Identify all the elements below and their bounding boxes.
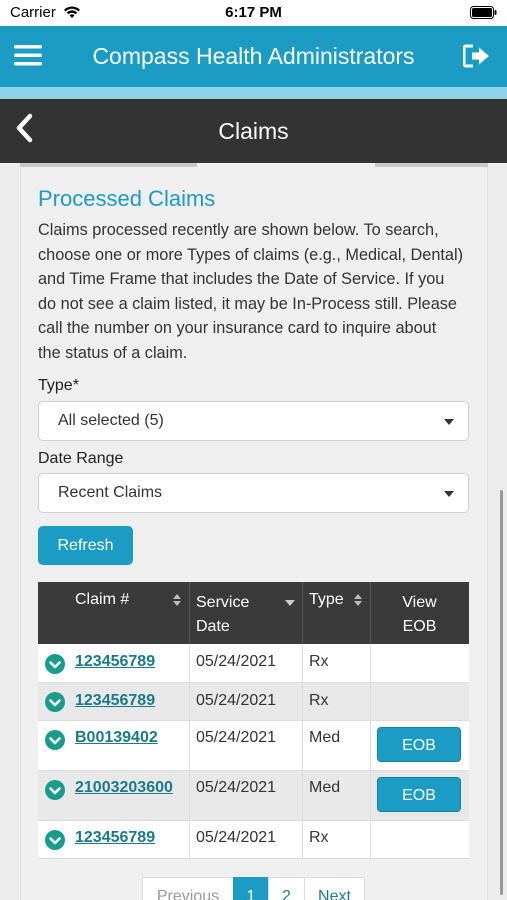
claim-link[interactable]: 123456789: [75, 653, 155, 671]
check-circle-icon[interactable]: [45, 692, 65, 712]
divider: [302, 771, 303, 821]
date-range-select-value: Recent Claims: [58, 484, 163, 501]
header-service-date-line2: Date: [196, 618, 230, 635]
table-row: B00139402 05/24/2021 Med EOB: [38, 721, 469, 771]
divider: [302, 644, 303, 683]
pagination-next[interactable]: Next: [304, 877, 365, 900]
section-description: Claims processed recently are shown belo…: [38, 221, 464, 362]
eob-button[interactable]: EOB: [377, 727, 461, 762]
divider: [302, 582, 303, 644]
table-row: 123456789 05/24/2021 Rx: [38, 821, 469, 859]
type-select[interactable]: All selected (5): [38, 401, 469, 441]
header-view-eob-line2: EOB: [402, 618, 437, 635]
app-title: Compass Health Administrators: [92, 43, 415, 69]
app-header: Compass Health Administrators: [0, 26, 507, 87]
claim-type: Med: [309, 729, 341, 746]
caret-down-icon: [444, 419, 454, 425]
header-view-eob: View EOB: [370, 591, 469, 639]
header-view-eob-line1: View: [402, 594, 437, 611]
section-title: Processed Claims: [38, 186, 216, 211]
claim-type: Rx: [309, 692, 329, 709]
divider: [375, 163, 488, 167]
divider: [189, 683, 190, 721]
divider: [370, 644, 371, 683]
date-range-select[interactable]: Recent Claims: [38, 473, 469, 513]
pagination-previous[interactable]: Previous: [142, 877, 234, 900]
service-date: 05/24/2021: [196, 779, 277, 796]
divider: [302, 821, 303, 859]
divider: [302, 721, 303, 771]
table-row: 123456789 05/24/2021 Rx: [38, 683, 469, 721]
service-date: 05/24/2021: [196, 829, 277, 846]
claim-type: Med: [309, 779, 341, 796]
accent-strip: [0, 87, 507, 99]
divider: [370, 683, 371, 721]
refresh-button[interactable]: Refresh: [38, 526, 133, 565]
claim-link[interactable]: 123456789: [75, 692, 155, 710]
sort-icon[interactable]: [354, 594, 362, 606]
claim-link[interactable]: 21003203600: [75, 779, 173, 797]
header-service-date[interactable]: Service Date: [196, 591, 249, 639]
claim-link[interactable]: B00139402: [75, 729, 158, 747]
status-bar: Carrier 6:17 PM: [0, 0, 507, 26]
eob-button[interactable]: EOB: [377, 777, 461, 812]
divider: [370, 821, 371, 859]
divider: [189, 721, 190, 771]
pagination-page-1[interactable]: 1: [233, 877, 269, 900]
claim-link[interactable]: 123456789: [75, 829, 155, 847]
check-circle-icon[interactable]: [45, 780, 65, 800]
divider: [370, 771, 371, 821]
type-select-value: All selected (5): [58, 412, 164, 429]
header-type[interactable]: Type: [309, 591, 344, 609]
claim-type: Rx: [309, 829, 329, 846]
battery-icon: [470, 6, 497, 19]
service-date: 05/24/2021: [196, 729, 277, 746]
page-title: Claims: [218, 118, 289, 144]
service-date: 05/24/2021: [196, 692, 277, 709]
divider: [370, 721, 371, 771]
divider: [302, 683, 303, 721]
check-circle-icon[interactable]: [45, 654, 65, 674]
divider: [189, 644, 190, 683]
sub-header: Claims: [0, 99, 507, 163]
claim-type: Rx: [309, 653, 329, 670]
divider: [189, 821, 190, 859]
sort-icon[interactable]: [173, 594, 181, 606]
table-row: 21003203600 05/24/2021 Med EOB: [38, 771, 469, 821]
pagination-page-2[interactable]: 2: [268, 877, 305, 900]
date-range-label: Date Range: [38, 450, 124, 467]
type-label: Type*: [38, 377, 79, 394]
claims-table: Claim # Service Date Type View EOB 12345…: [38, 582, 469, 862]
scrollbar[interactable]: [500, 490, 503, 895]
check-circle-icon[interactable]: [45, 730, 65, 750]
table-header: Claim # Service Date Type View EOB: [38, 582, 469, 644]
divider: [189, 771, 190, 821]
table-row: 123456789 05/24/2021 Rx: [38, 644, 469, 683]
service-date: 05/24/2021: [196, 653, 277, 670]
divider: [189, 582, 190, 644]
sort-desc-icon[interactable]: [285, 596, 295, 608]
caret-down-icon: [444, 491, 454, 497]
logout-icon[interactable]: [463, 44, 491, 68]
divider: [20, 163, 197, 167]
status-time: 6:17 PM: [225, 4, 282, 21]
check-circle-icon[interactable]: [45, 830, 65, 850]
header-claim[interactable]: Claim #: [75, 591, 129, 609]
header-service-date-line1: Service: [196, 594, 250, 611]
